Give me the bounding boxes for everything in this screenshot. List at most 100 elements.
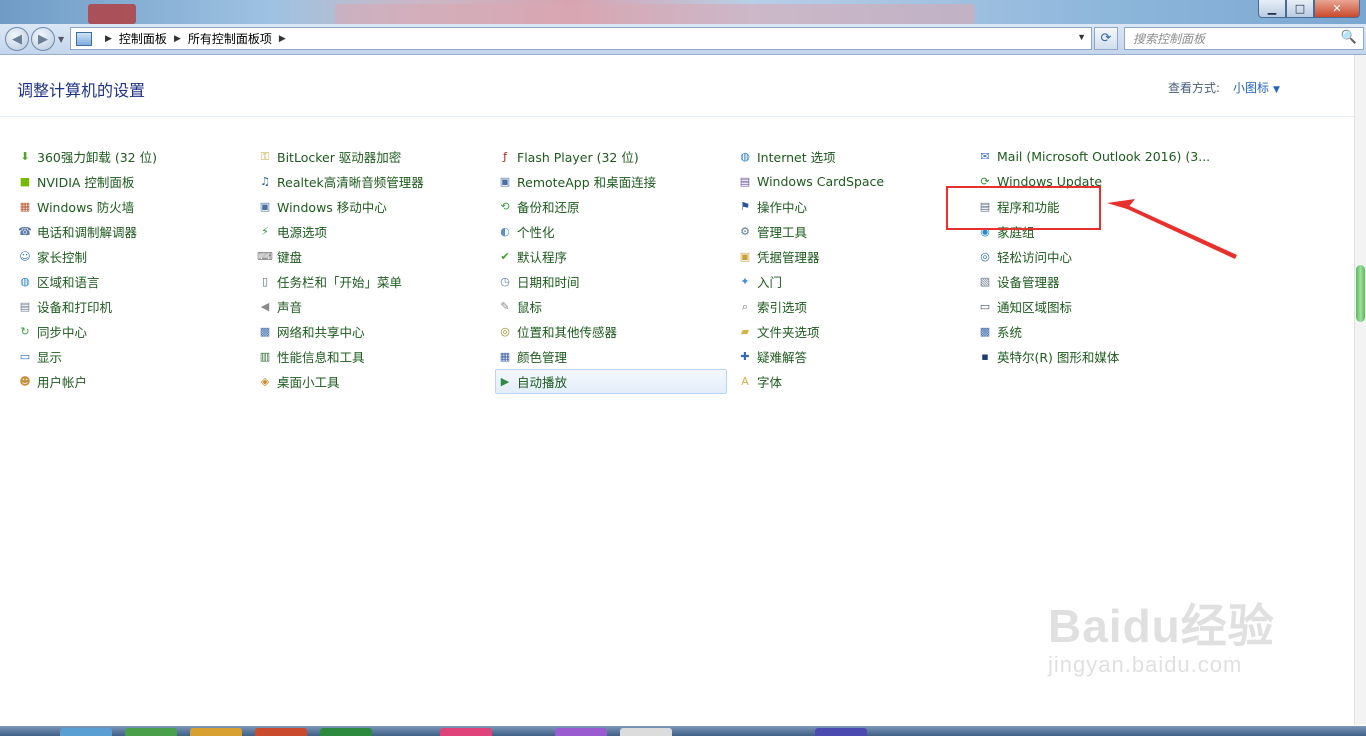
taskbar-app[interactable] [815, 728, 867, 736]
bitlocker-icon: ⚿ [260, 149, 270, 163]
control-panel-item[interactable]: ▩ 系统 [977, 319, 1210, 344]
control-panel-item[interactable]: ⚙ 管理工具 [737, 219, 884, 244]
search-icon[interactable]: 🔍 [1341, 30, 1357, 45]
control-panel-item[interactable]: ♫ Realtek高清晰音频管理器 [257, 169, 424, 194]
control-panel-item[interactable]: ■ NVIDIA 控制面板 [17, 169, 157, 194]
scrollbar-thumb[interactable] [1356, 265, 1365, 322]
control-panel-item-label: Internet 选项 [757, 150, 836, 165]
control-panel-item[interactable]: ▰ 文件夹选项 [737, 319, 884, 344]
taskbar-app[interactable] [440, 728, 492, 736]
control-panel-item[interactable]: ▭ 显示 [17, 344, 157, 369]
control-panel-item[interactable]: ▦ 颜色管理 [497, 344, 727, 369]
items-column-1: ⬇ 360强力卸载 (32 位) ■ NVIDIA 控制面板 ▦ Windows 防火墙 ☎… [17, 144, 157, 394]
control-panel-item[interactable]: ◍ 区域和语言 [17, 269, 157, 294]
notification-icon: ▭ [979, 300, 991, 313]
control-panel-item[interactable]: ▥ 性能信息和工具 [257, 344, 424, 369]
control-panel-item[interactable]: ▧ 设备管理器 [977, 269, 1210, 294]
view-by-dropdown[interactable]: 小图标 ▼ [1233, 79, 1280, 96]
control-panel-item[interactable]: ◍ Internet 选项 [737, 144, 884, 169]
control-panel-item[interactable]: ◀ 声音 [257, 294, 424, 319]
minimize-button[interactable]: ▁ [1258, 0, 1286, 18]
maximize-button[interactable]: □ [1286, 0, 1314, 18]
taskbar-app[interactable] [125, 728, 177, 736]
taskbar-app[interactable] [620, 728, 672, 736]
control-panel-item[interactable]: ✎ 鼠标 [497, 294, 727, 319]
control-panel-item[interactable]: ▣ Windows 移动中心 [257, 194, 424, 219]
control-panel-item-label: Mail (Microsoft Outlook 2016) (3... [997, 149, 1211, 164]
nvidia-icon: ■ [19, 175, 31, 188]
control-panel-item[interactable]: ☻ 用户帐户 [17, 369, 157, 394]
control-panel-item[interactable]: ◎ 位置和其他传感器 [497, 319, 727, 344]
control-panel-item[interactable]: ◈ 桌面小工具 [257, 369, 424, 394]
control-panel-item[interactable]: ▣ 凭据管理器 [737, 244, 884, 269]
forward-arrow-icon: ▶ [38, 31, 48, 47]
taskbar-app[interactable] [555, 728, 607, 736]
breadcrumb-chevron-icon[interactable]: ▶ [279, 33, 286, 44]
breadcrumb-chevron-icon[interactable]: ▶ [105, 33, 112, 44]
control-panel-item[interactable]: ⚑ 操作中心 [737, 194, 884, 219]
taskbar-app[interactable] [320, 728, 372, 736]
control-panel-item-label: 设备管理器 [997, 275, 1060, 290]
control-panel-item[interactable]: ▦ Windows 防火墙 [17, 194, 157, 219]
sensor-icon: ◎ [500, 325, 510, 338]
control-panel-item-label: BitLocker 驱动器加密 [277, 150, 402, 165]
taskbar-app[interactable] [190, 728, 242, 736]
control-panel-item[interactable]: ⚿ BitLocker 驱动器加密 [257, 144, 424, 169]
control-panel-item-label: 电话和调制解调器 [37, 225, 138, 240]
control-panel-item-label: 通知区域图标 [997, 300, 1073, 315]
control-panel-item[interactable]: ✚ 疑难解答 [737, 344, 884, 369]
breadcrumb-control-panel[interactable]: 控制面板 [119, 30, 167, 47]
control-panel-item[interactable]: ▶ 自动播放 [495, 369, 727, 394]
search-box[interactable]: 🔍 [1124, 27, 1364, 50]
control-panel-item[interactable]: ⌨ 键盘 [257, 244, 424, 269]
internet-options-icon: ◍ [740, 150, 750, 163]
speaker-icon: ◀ [260, 300, 270, 313]
vertical-scrollbar[interactable] [1354, 55, 1366, 725]
control-panel-item[interactable]: ▭ 通知区域图标 [977, 294, 1210, 319]
control-panel-item[interactable]: ◷ 日期和时间 [497, 269, 727, 294]
search-input[interactable] [1125, 29, 1333, 49]
control-panel-item[interactable]: ▩ 网络和共享中心 [257, 319, 424, 344]
control-panel-item[interactable]: ▤ 设备和打印机 [17, 294, 157, 319]
control-panel-item[interactable]: ▣ RemoteApp 和桌面连接 [497, 169, 727, 194]
control-panel-item[interactable]: ✦ 入门 [737, 269, 884, 294]
address-bar[interactable]: ▶ 控制面板 ▶ 所有控制面板项 ▶ ▼ [70, 27, 1092, 50]
control-panel-item[interactable]: ✔ 默认程序 [497, 244, 727, 269]
control-panel-item[interactable]: ✉ Mail (Microsoft Outlook 2016) (3... [977, 144, 1210, 169]
default-programs-icon: ✔ [500, 250, 510, 263]
control-panel-item[interactable]: ⚡ 电源选项 [257, 219, 424, 244]
baidu-watermark: Baidu经验 jingyan.baidu.com [1048, 590, 1275, 678]
cardspace-icon: ▤ [739, 175, 751, 188]
back-button[interactable]: ◀ [5, 27, 29, 51]
personalize-icon: ◐ [500, 225, 510, 238]
control-panel-item[interactable]: ▯ 任务栏和「开始」菜单 [257, 269, 424, 294]
control-panel-item[interactable]: ☺ 家长控制 [17, 244, 157, 269]
control-panel-item[interactable]: ◐ 个性化 [497, 219, 727, 244]
audio-manager-icon: ♫ [260, 175, 270, 188]
control-panel-item[interactable]: ↻ 同步中心 [17, 319, 157, 344]
control-panel-item[interactable]: A 字体 [737, 369, 884, 394]
control-panel-item-label: Windows 防火墙 [37, 200, 135, 215]
system-icon: ▩ [979, 325, 991, 338]
performance-icon: ▥ [259, 350, 271, 363]
breadcrumb-chevron-icon[interactable]: ▶ [174, 33, 181, 44]
control-panel-item-label: 文件夹选项 [757, 325, 820, 340]
control-panel-item[interactable]: ☎ 电话和调制解调器 [17, 219, 157, 244]
control-panel-item[interactable]: ⬇ 360强力卸载 (32 位) [17, 144, 157, 169]
address-dropdown-icon[interactable]: ▼ [1077, 32, 1086, 42]
taskbar-app[interactable] [60, 728, 112, 736]
breadcrumb-all-items[interactable]: 所有控制面板项 [188, 30, 272, 47]
control-panel-item[interactable]: ⟲ 备份和还原 [497, 194, 727, 219]
recent-pages-dropdown-icon[interactable]: ▼ [58, 35, 64, 44]
control-panel-item-label: Windows CardSpace [757, 174, 885, 189]
control-panel-item[interactable]: ⌕ 索引选项 [737, 294, 884, 319]
control-panel-item[interactable]: ▤ Windows CardSpace [737, 169, 884, 194]
taskbar-app[interactable] [255, 728, 307, 736]
view-by-label: 查看方式: [1168, 81, 1221, 95]
control-panel-item[interactable]: ƒ Flash Player (32 位) [497, 144, 727, 169]
clock-icon: ◷ [500, 275, 510, 288]
refresh-button[interactable]: ⟳ [1094, 27, 1118, 50]
close-button[interactable]: ✕ [1314, 0, 1360, 18]
forward-button[interactable]: ▶ [31, 27, 55, 51]
control-panel-item[interactable]: ▪ 英特尔(R) 图形和媒体 [977, 344, 1210, 369]
